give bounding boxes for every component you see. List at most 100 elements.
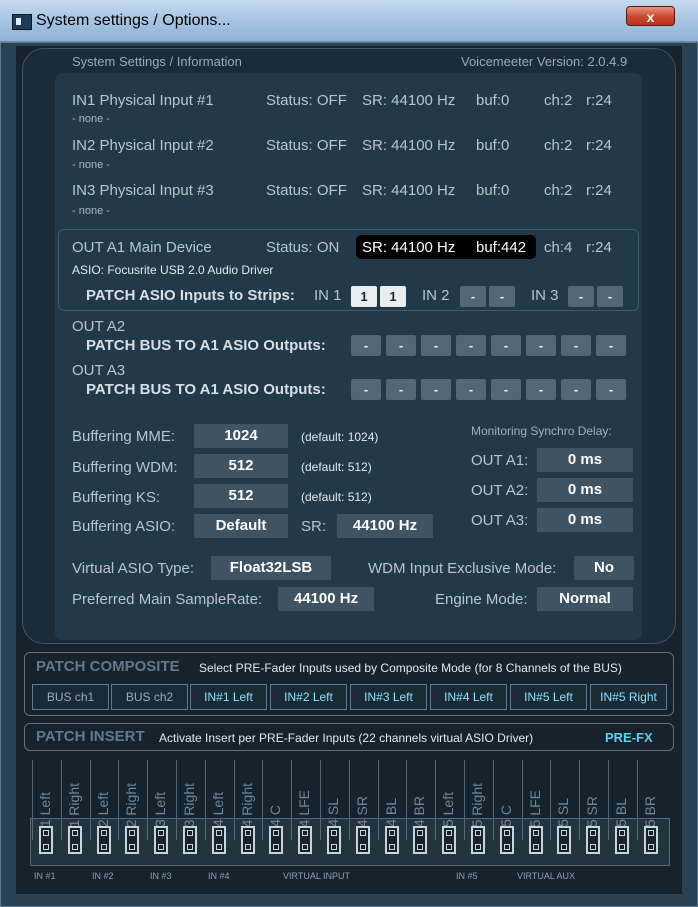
patch-insert-desc: Activate Insert per PRE-Fader Inputs (22… <box>159 731 534 745</box>
buffering-mme-label: Buffering MME: <box>72 428 176 445</box>
in1-r: r:24 <box>586 92 612 109</box>
panel-title: System Settings / Information <box>72 54 242 69</box>
insert-switch[interactable] <box>385 826 399 854</box>
insert-switch[interactable] <box>39 826 53 854</box>
in3-ch: ch:2 <box>544 182 573 199</box>
insert-switch[interactable] <box>500 826 514 854</box>
insert-switch[interactable] <box>557 826 571 854</box>
insert-switch[interactable] <box>529 826 543 854</box>
virtual-asio-type-field[interactable]: Float32LSB <box>211 556 331 580</box>
out-a3-slot-button[interactable]: - <box>456 379 486 400</box>
buffering-wdm-field[interactable]: 512 <box>194 454 288 478</box>
out-a3-slot-button[interactable]: - <box>491 379 521 400</box>
insert-switch[interactable] <box>241 826 255 854</box>
in3-name: IN3 Physical Input #3 <box>72 182 214 199</box>
composite-in3-left-button[interactable]: IN#3 Left <box>350 684 427 710</box>
asio-sr-label: SR: <box>301 518 327 535</box>
patch-in2-left-button[interactable]: - <box>460 286 486 307</box>
composite-bus-ch1-button[interactable]: BUS ch1 <box>32 684 109 710</box>
out-a2-slot-button[interactable]: - <box>561 335 591 356</box>
out-a3-slot-button[interactable]: - <box>351 379 381 400</box>
insert-switch[interactable] <box>298 826 312 854</box>
buffering-asio-label: Buffering ASIO: <box>72 518 176 535</box>
monitor-a2-field[interactable]: 0 ms <box>537 478 633 502</box>
insert-switch[interactable] <box>212 826 226 854</box>
in3-sr: SR: 44100 Hz <box>362 182 456 199</box>
preferred-samplerate-label: Preferred Main SampleRate: <box>72 591 263 608</box>
composite-in5-left-button[interactable]: IN#5 Left <box>510 684 587 710</box>
insert-switch[interactable] <box>183 826 197 854</box>
out-a2-slot-button[interactable]: - <box>351 335 381 356</box>
in1-device[interactable]: - none - <box>72 113 110 125</box>
close-button[interactable]: x <box>626 6 675 26</box>
out-a3-slot-button[interactable]: - <box>596 379 626 400</box>
composite-in4-left-button[interactable]: IN#4 Left <box>430 684 507 710</box>
engine-mode-field[interactable]: Normal <box>537 587 633 611</box>
buffering-mme-default: (default: 1024) <box>301 430 379 444</box>
monitor-a3-field[interactable]: 0 ms <box>537 508 633 532</box>
out-a2-name[interactable]: OUT A2 <box>72 318 125 335</box>
insert-switch[interactable] <box>586 826 600 854</box>
in3-device[interactable]: - none - <box>72 205 110 217</box>
patch-in3-left-button[interactable]: - <box>568 286 594 307</box>
insert-switch[interactable] <box>615 826 629 854</box>
insert-switch[interactable] <box>97 826 111 854</box>
in3-buf: buf:0 <box>476 182 510 199</box>
out-a3-slot-button[interactable]: - <box>526 379 556 400</box>
out-a2-slot-button[interactable]: - <box>526 335 556 356</box>
buffering-ks-field[interactable]: 512 <box>194 484 288 508</box>
monitor-a1-field[interactable]: 0 ms <box>537 448 633 472</box>
out-a1-sr: SR: 44100 Hz <box>362 239 456 256</box>
patch-in2-label: IN 2 <box>422 287 450 304</box>
patch-composite-title: PATCH COMPOSITE <box>36 658 180 675</box>
in2-ch: ch:2 <box>544 137 573 154</box>
asio-sr-field[interactable]: 44100 Hz <box>337 514 433 538</box>
wdm-exclusive-label: WDM Input Exclusive Mode: <box>368 560 557 577</box>
out-a3-name[interactable]: OUT A3 <box>72 362 125 379</box>
insert-switch[interactable] <box>356 826 370 854</box>
insert-switch[interactable] <box>644 826 658 854</box>
composite-in1-left-button[interactable]: IN#1 Left <box>190 684 267 710</box>
buffering-ks-label: Buffering KS: <box>72 489 161 506</box>
out-a2-slot-button[interactable]: - <box>421 335 451 356</box>
buffering-wdm-default: (default: 512) <box>301 460 372 474</box>
insert-switch[interactable] <box>68 826 82 854</box>
insert-switch[interactable] <box>413 826 427 854</box>
out-a3-slot-button[interactable]: - <box>421 379 451 400</box>
in2-device[interactable]: - none - <box>72 159 110 171</box>
buffering-mme-field[interactable]: 1024 <box>194 424 288 448</box>
out-a3-slot-button[interactable]: - <box>561 379 591 400</box>
composite-bus-ch2-button[interactable]: BUS ch2 <box>111 684 188 710</box>
insert-switch[interactable] <box>471 826 485 854</box>
out-a3-slot-button[interactable]: - <box>386 379 416 400</box>
patch-in3-right-button[interactable]: - <box>597 286 623 307</box>
insert-switch[interactable] <box>442 826 456 854</box>
out-a1-ch: ch:4 <box>544 239 573 256</box>
preferred-samplerate-field[interactable]: 44100 Hz <box>278 587 374 611</box>
out-a1-status: Status: ON <box>266 239 340 256</box>
wdm-exclusive-field[interactable]: No <box>574 556 634 580</box>
insert-switch[interactable] <box>154 826 168 854</box>
out-a2-slot-button[interactable]: - <box>491 335 521 356</box>
pre-fx-toggle[interactable]: PRE-FX <box>605 730 653 745</box>
patch-in1-left-button[interactable]: 1 <box>351 286 377 307</box>
in1-name: IN1 Physical Input #1 <box>72 92 214 109</box>
composite-in2-left-button[interactable]: IN#2 Left <box>270 684 347 710</box>
composite-in5-right-button[interactable]: IN#5 Right <box>590 684 667 710</box>
out-a2-slot-button[interactable]: - <box>456 335 486 356</box>
group-in2-label: IN #2 <box>92 871 114 881</box>
out-a1-name[interactable]: OUT A1 Main Device <box>72 239 212 256</box>
monitoring-title: Monitoring Synchro Delay: <box>471 424 612 438</box>
buffering-asio-field[interactable]: Default <box>194 514 288 538</box>
out-a2-slot-button[interactable]: - <box>596 335 626 356</box>
buffering-ks-default: (default: 512) <box>301 490 372 504</box>
insert-switch[interactable] <box>327 826 341 854</box>
out-a2-slot-button[interactable]: - <box>386 335 416 356</box>
out-a1-buf: buf:442 <box>476 239 527 256</box>
patch-in2-right-button[interactable]: - <box>489 286 515 307</box>
virtual-asio-type-label: Virtual ASIO Type: <box>72 560 195 577</box>
insert-switch[interactable] <box>269 826 283 854</box>
patch-in1-right-button[interactable]: 1 <box>380 286 406 307</box>
device-panel <box>55 73 642 640</box>
insert-switch[interactable] <box>125 826 139 854</box>
